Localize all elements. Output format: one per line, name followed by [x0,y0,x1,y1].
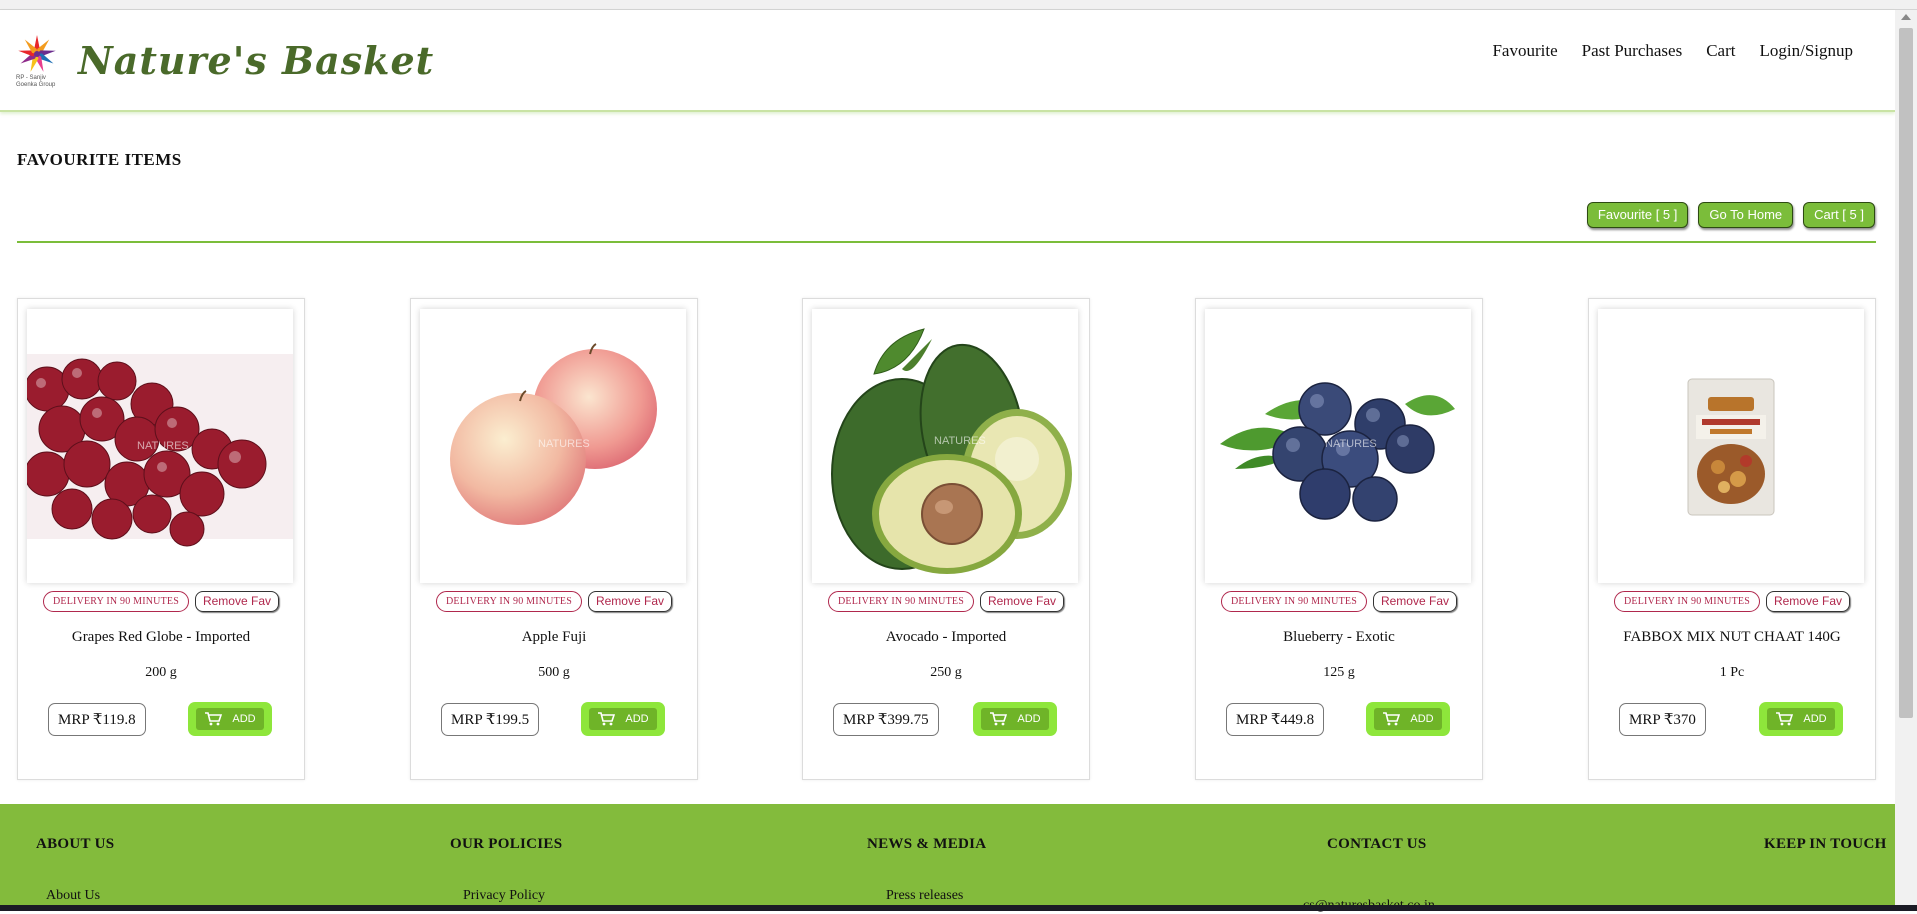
remove-fav-button[interactable]: Remove Fav [587,591,672,612]
product-image[interactable]: NATURES [420,309,686,583]
cart-icon [990,712,1008,726]
product-quantity: 125 g [1323,665,1355,680]
add-to-cart-button[interactable]: ADD [1759,702,1843,736]
footer-contact-heading: CONTACT US [1327,836,1427,852]
cart-icon [205,712,223,726]
card-badges: DELIVERY IN 90 MINUTES Remove Fav [411,591,697,612]
add-to-cart-inner: ADD [981,708,1049,730]
product-image[interactable]: NATURES [812,309,1078,583]
product-card: NATURES DELIVERY IN 90 MINUTES Remove Fa… [17,298,305,780]
footer-policies-heading: OUR POLICIES [450,836,563,852]
brand-logo[interactable]: RP - Sanjiv Goenka Group Nature's Basket [16,35,433,97]
product-name[interactable]: Grapes Red Globe - Imported [18,629,304,646]
product-quantity: 200 g [145,665,177,680]
add-to-cart-inner: ADD [1374,708,1442,730]
product-card: NATURES DELIVERY IN 90 MINUTES Remove Fa… [410,298,698,780]
add-to-cart-button[interactable]: ADD [188,702,272,736]
top-nav: Favourite Past Purchases Cart Login/Sign… [1492,41,1853,61]
product-quantity: 500 g [538,665,570,680]
card-badges: DELIVERY IN 90 MINUTES Remove Fav [18,591,304,612]
avocado-image: NATURES [831,328,1072,574]
product-price: MRP ₹399.75 [833,703,939,736]
footer-privacy-link[interactable]: Privacy Policy [463,888,545,904]
footer-news-heading: NEWS & MEDIA [867,836,987,852]
add-label: ADD [1017,713,1041,725]
nav-favourite[interactable]: Favourite [1492,41,1557,61]
footer-about-heading: ABOUT US [36,836,115,852]
brand-subline: RP - Sanjiv Goenka Group [16,75,56,88]
add-to-cart-inner: ADD [196,708,264,730]
watermark-text: NATURES [934,435,986,447]
product-name[interactable]: Apple Fuji [411,629,697,646]
product-price: MRP ₹199.5 [441,703,540,736]
footer-press-link[interactable]: Press releases [886,888,963,904]
cart-icon [1776,712,1794,726]
action-buttons: Favourite [ 5 ] Go To Home Cart [ 5 ] [1586,202,1875,228]
scrollbar-thumb[interactable] [1899,28,1913,718]
add-to-cart-button[interactable]: ADD [581,702,665,736]
card-badges: DELIVERY IN 90 MINUTES Remove Fav [1196,591,1482,612]
product-price: MRP ₹370 [1619,703,1706,736]
product-quantity: 250 g [930,665,962,680]
favourite-count-button[interactable]: Favourite [ 5 ] [1586,202,1689,228]
product-quantity: 1 Pc [1719,665,1745,680]
bottom-strip [0,905,1917,911]
delivery-badge: DELIVERY IN 90 MINUTES [436,591,582,612]
card-badges: DELIVERY IN 90 MINUTES Remove Fav [1589,591,1875,612]
product-price: MRP ₹449.8 [1226,703,1325,736]
cart-icon [1383,712,1401,726]
product-card: NATURES DELIVERY IN 90 MINUTES Remove Fa… [1195,298,1483,780]
product-name[interactable]: Avocado - Imported [803,629,1089,646]
browser-top-strip [0,0,1917,10]
add-label: ADD [232,713,256,725]
site-header: RP - Sanjiv Goenka Group Nature's Basket… [0,10,1895,112]
delivery-badge: DELIVERY IN 90 MINUTES [828,591,974,612]
title-divider [17,241,1876,243]
remove-fav-button[interactable]: Remove Fav [194,591,279,612]
delivery-badge: DELIVERY IN 90 MINUTES [43,591,189,612]
product-image[interactable]: NATURES [1205,309,1471,583]
card-badges: DELIVERY IN 90 MINUTES Remove Fav [803,591,1089,612]
product-name[interactable]: FABBOX MIX NUT CHAAT 140G [1589,629,1875,646]
cart-count-button[interactable]: Cart [ 5 ] [1803,202,1875,228]
product-card: DELIVERY IN 90 MINUTES Remove Fav FABBOX… [1588,298,1876,780]
starburst-logo-icon [18,35,56,72]
nav-cart[interactable]: Cart [1706,41,1735,61]
add-label: ADD [625,713,649,725]
product-card: NATURES DELIVERY IN 90 MINUTES Remove Fa… [802,298,1090,780]
watermark-text: NATURES [1325,438,1377,450]
nav-past-purchases[interactable]: Past Purchases [1582,41,1683,61]
add-to-cart-button[interactable]: ADD [1366,702,1450,736]
cart-icon [598,712,616,726]
add-label: ADD [1410,713,1434,725]
delivery-badge: DELIVERY IN 90 MINUTES [1221,591,1367,612]
blueberries-image: NATURES [1220,382,1455,522]
remove-fav-button[interactable]: Remove Fav [979,591,1064,612]
red-grapes-image: NATURES [27,354,293,547]
product-price: MRP ₹119.8 [48,703,146,736]
add-label: ADD [1803,713,1827,725]
remove-fav-button[interactable]: Remove Fav [1372,591,1457,612]
page-title: FAVOURITE ITEMS [17,150,182,169]
product-name[interactable]: Blueberry - Exotic [1196,629,1482,646]
add-to-cart-inner: ADD [589,708,657,730]
footer-keep-in-touch-heading: KEEP IN TOUCH [1764,836,1887,852]
remove-fav-button[interactable]: Remove Fav [1765,591,1850,612]
delivery-badge: DELIVERY IN 90 MINUTES [1614,591,1760,612]
snack-pack-image [1687,378,1775,516]
footer-about-link[interactable]: About Us [46,888,100,904]
product-image[interactable]: NATURES [27,309,293,583]
add-to-cart-inner: ADD [1767,708,1835,730]
product-image[interactable] [1598,309,1864,583]
go-to-home-button[interactable]: Go To Home [1698,202,1794,228]
watermark-text: NATURES [538,438,590,450]
site-footer: ABOUT US OUR POLICIES NEWS & MEDIA CONTA… [0,804,1895,913]
brand-name: Nature's Basket [78,38,435,83]
vertical-scrollbar[interactable] [1895,10,1917,905]
scroll-up-arrow-icon[interactable] [1901,14,1911,20]
add-to-cart-button[interactable]: ADD [973,702,1057,736]
fuji-apples-image: NATURES [450,343,657,525]
nav-login-signup[interactable]: Login/Signup [1759,41,1853,61]
watermark-text: NATURES [137,440,189,452]
